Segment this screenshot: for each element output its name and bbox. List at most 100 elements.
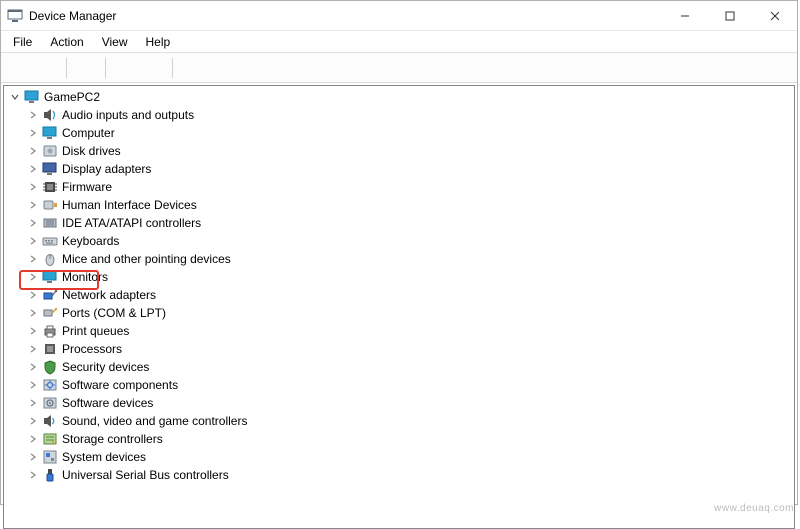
minimize-button[interactable] <box>662 1 707 30</box>
display-icon <box>42 161 58 177</box>
show-tree-button[interactable] <box>74 57 98 79</box>
tree-item[interactable]: Display adapters <box>6 160 794 178</box>
menu-view[interactable]: View <box>94 33 136 51</box>
tree-item[interactable]: Keyboards <box>6 232 794 250</box>
tree-item-label: Sound, video and game controllers <box>62 414 247 428</box>
chevron-right-icon[interactable] <box>26 468 40 482</box>
network-icon <box>42 287 58 303</box>
tree-item[interactable]: Sound, video and game controllers <box>6 412 794 430</box>
chevron-right-icon[interactable] <box>26 306 40 320</box>
chevron-right-icon[interactable] <box>26 360 40 374</box>
window-title: Device Manager <box>29 9 662 23</box>
tree-item-label: Display adapters <box>62 162 151 176</box>
properties-button[interactable] <box>141 57 165 79</box>
tree-item[interactable]: Human Interface Devices <box>6 196 794 214</box>
tree-item[interactable]: Disk drives <box>6 142 794 160</box>
toolbar-separator <box>172 58 173 78</box>
tree-item[interactable]: Audio inputs and outputs <box>6 106 794 124</box>
tree-item-label: Computer <box>62 126 115 140</box>
sound-icon <box>42 413 58 429</box>
tree-root-label: GamePC2 <box>44 90 100 104</box>
tree-item-label: Processors <box>62 342 122 356</box>
tree-item-label: Security devices <box>62 360 149 374</box>
chevron-right-icon[interactable] <box>26 126 40 140</box>
tree-item-label: Mice and other pointing devices <box>62 252 231 266</box>
chevron-right-icon[interactable] <box>26 216 40 230</box>
tree-item-label: System devices <box>62 450 146 464</box>
tree-item[interactable]: Firmware <box>6 178 794 196</box>
tree-item-label: Print queues <box>62 324 129 338</box>
chevron-right-icon[interactable] <box>26 450 40 464</box>
chevron-right-icon[interactable] <box>26 432 40 446</box>
device-tree[interactable]: GamePC2 Audio inputs and outputs Computer… <box>3 85 795 529</box>
disk-icon <box>42 143 58 159</box>
chevron-right-icon[interactable] <box>26 324 40 338</box>
tree-item[interactable]: Software devices <box>6 394 794 412</box>
device-manager-window: Device Manager File Action View Help ? G… <box>0 0 798 505</box>
monitor-icon <box>42 125 58 141</box>
tree-item-label: Firmware <box>62 180 112 194</box>
tree-item-label: Disk drives <box>62 144 121 158</box>
close-button[interactable] <box>752 1 797 30</box>
tree-item-label: Ports (COM & LPT) <box>62 306 166 320</box>
chevron-down-icon[interactable] <box>8 90 22 104</box>
chevron-right-icon[interactable] <box>26 198 40 212</box>
storage-icon <box>42 431 58 447</box>
menu-help[interactable]: Help <box>138 33 179 51</box>
chevron-right-icon[interactable] <box>26 144 40 158</box>
tree-item-label: Universal Serial Bus controllers <box>62 468 229 482</box>
tree-item[interactable]: Print queues <box>6 322 794 340</box>
chevron-right-icon[interactable] <box>26 270 40 284</box>
title-bar: Device Manager <box>1 1 797 31</box>
chevron-right-icon[interactable] <box>26 378 40 392</box>
tree-item[interactable]: Network adapters <box>6 286 794 304</box>
tree-item[interactable]: IDE ATA/ATAPI controllers <box>6 214 794 232</box>
shield-icon <box>42 359 58 375</box>
chevron-right-icon[interactable] <box>26 108 40 122</box>
tree-item-label: Software components <box>62 378 178 392</box>
tree-item[interactable]: Computer <box>6 124 794 142</box>
tree-root[interactable]: GamePC2 <box>6 88 794 106</box>
chevron-right-icon[interactable] <box>26 396 40 410</box>
chevron-right-icon[interactable] <box>26 342 40 356</box>
tree-item[interactable]: Universal Serial Bus controllers <box>6 466 794 484</box>
ide-icon <box>42 215 58 231</box>
maximize-button[interactable] <box>707 1 752 30</box>
tree-item-label: Keyboards <box>62 234 119 248</box>
tree-item-label: Storage controllers <box>62 432 163 446</box>
toolbar-separator <box>66 58 67 78</box>
tree-item[interactable]: System devices <box>6 448 794 466</box>
tree-item[interactable]: Storage controllers <box>6 430 794 448</box>
chevron-right-icon[interactable] <box>26 414 40 428</box>
system-icon <box>42 449 58 465</box>
menu-file[interactable]: File <box>5 33 40 51</box>
chevron-right-icon[interactable] <box>26 234 40 248</box>
tree-item[interactable]: Monitors <box>6 268 794 286</box>
tree-item[interactable]: Processors <box>6 340 794 358</box>
computer-icon <box>24 89 40 105</box>
scan-button[interactable] <box>180 57 204 79</box>
back-button[interactable] <box>7 57 31 79</box>
tree-item-label: Software devices <box>62 396 153 410</box>
menu-bar: File Action View Help <box>1 31 797 53</box>
swdev-icon <box>42 395 58 411</box>
chevron-right-icon[interactable] <box>26 252 40 266</box>
menu-action[interactable]: Action <box>42 33 91 51</box>
watermark: www.deuaq.com <box>714 503 794 514</box>
help-button[interactable]: ? <box>113 57 137 79</box>
chip-icon <box>42 179 58 195</box>
chevron-right-icon[interactable] <box>26 288 40 302</box>
tree-item-label: Human Interface Devices <box>62 198 197 212</box>
forward-button[interactable] <box>35 57 59 79</box>
tree-item[interactable]: Security devices <box>6 358 794 376</box>
chevron-right-icon[interactable] <box>26 162 40 176</box>
tree-item[interactable]: Software components <box>6 376 794 394</box>
tree-item[interactable]: Ports (COM & LPT) <box>6 304 794 322</box>
monitor-icon <box>42 269 58 285</box>
tree-item[interactable]: Mice and other pointing devices <box>6 250 794 268</box>
toolbar-separator <box>105 58 106 78</box>
port-icon <box>42 305 58 321</box>
chevron-right-icon[interactable] <box>26 180 40 194</box>
tree-item-label: IDE ATA/ATAPI controllers <box>62 216 201 230</box>
window-buttons <box>662 1 797 30</box>
